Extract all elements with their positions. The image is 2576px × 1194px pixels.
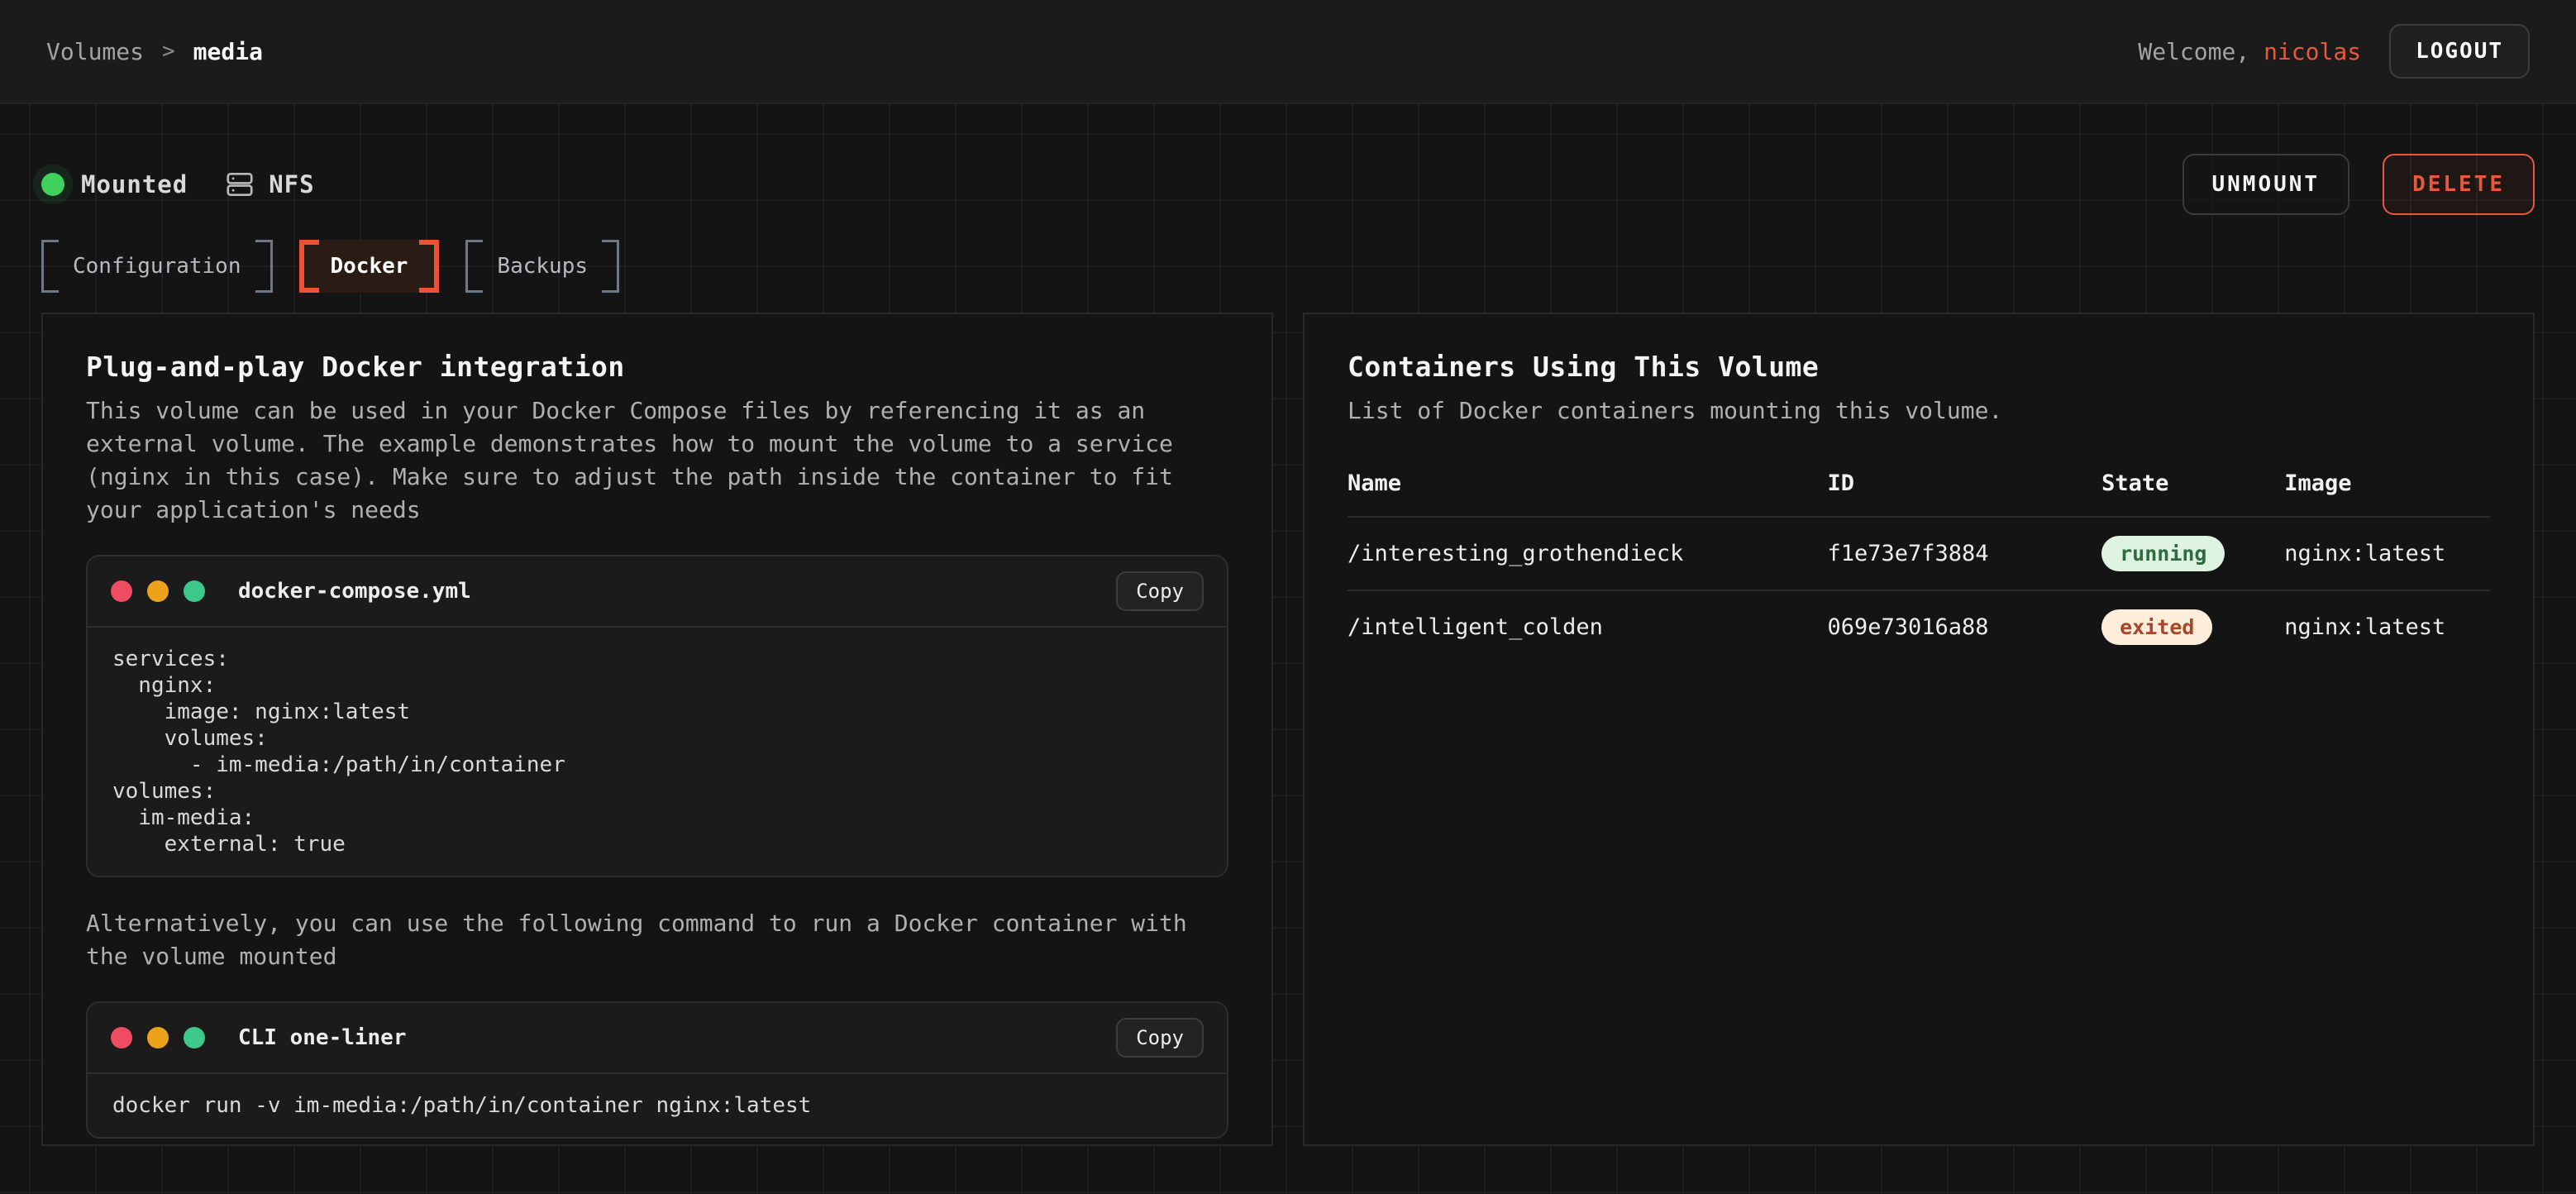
driver-indicator: NFS <box>224 169 314 200</box>
panel-corner-bracket <box>2509 313 2535 338</box>
mounted-status-label: Mounted <box>81 170 188 198</box>
welcome-text: Welcome, nicolas <box>2138 38 2361 65</box>
containers-panel-title: Containers Using This Volume <box>1348 351 2490 383</box>
username: nicolas <box>2264 38 2361 65</box>
panel-corner-bracket <box>1303 1120 1329 1146</box>
panels-row: Plug-and-play Docker integration This vo… <box>41 313 2535 1146</box>
column-header-name: Name <box>1348 470 1827 517</box>
compose-code-block: docker-compose.yml Copy services: nginx:… <box>86 555 1228 877</box>
traffic-lights <box>111 1027 205 1048</box>
panel-corner-bracket <box>41 1120 67 1146</box>
docker-panel-title: Plug-and-play Docker integration <box>86 351 1228 383</box>
top-bar: Volumes > media Welcome, nicolas LOGOUT <box>0 0 2576 104</box>
panel-corner-bracket <box>2509 1120 2535 1146</box>
cli-copy-button[interactable]: Copy <box>1116 1018 1204 1058</box>
breadcrumb: Volumes > media <box>46 38 263 65</box>
traffic-light-green-icon <box>184 580 205 602</box>
cli-note: Alternatively, you can use the following… <box>86 907 1228 973</box>
cli-code-block: CLI one-liner Copy docker run -v im-medi… <box>86 1001 1228 1139</box>
traffic-lights <box>111 580 205 602</box>
compose-copy-button[interactable]: Copy <box>1116 571 1204 611</box>
container-name: /intelligent_colden <box>1348 590 1827 663</box>
panel-corner-bracket <box>1247 313 1273 338</box>
table-row: /intelligent_colden 069e73016a88 exited … <box>1348 590 2490 663</box>
container-id: 069e73016a88 <box>1827 590 2101 663</box>
tab-bar: Configuration Docker Backups <box>41 240 2535 293</box>
container-image: nginx:latest <box>2284 590 2490 663</box>
traffic-light-red-icon <box>111 580 132 602</box>
compose-filename: docker-compose.yml <box>238 579 471 604</box>
panel-corner-bracket <box>1303 313 1329 338</box>
cli-code: docker run -v im-media:/path/in/containe… <box>88 1074 1227 1137</box>
logout-button[interactable]: LOGOUT <box>2389 24 2530 79</box>
containers-panel: Containers Using This Volume List of Doc… <box>1303 313 2535 1146</box>
top-bar-user-area: Welcome, nicolas LOGOUT <box>2138 24 2530 79</box>
cli-filename: CLI one-liner <box>238 1025 407 1050</box>
traffic-light-yellow-icon <box>147 580 169 602</box>
compose-code-block-header: docker-compose.yml Copy <box>88 556 1227 628</box>
mounted-status: Mounted <box>41 170 188 198</box>
status-badge: exited <box>2101 609 2212 645</box>
tab-configuration[interactable]: Configuration <box>41 240 273 293</box>
breadcrumb-chevron-icon: > <box>162 39 175 64</box>
welcome-label: Welcome, <box>2138 38 2249 65</box>
delete-button[interactable]: DELETE <box>2383 154 2535 215</box>
volume-status-row: Mounted NFS UNMOUNT DELETE <box>41 104 2535 212</box>
compose-code: services: nginx: image: nginx:latest vol… <box>88 628 1227 876</box>
column-header-image: Image <box>2284 470 2490 517</box>
cli-code-block-header: CLI one-liner Copy <box>88 1003 1227 1074</box>
column-header-id: ID <box>1827 470 2101 517</box>
containers-panel-subtitle: List of Docker containers mounting this … <box>1348 394 2490 427</box>
table-row: /interesting_grothendieck f1e73e7f3884 r… <box>1348 517 2490 590</box>
panel-corner-bracket <box>41 313 67 338</box>
main-content: Mounted NFS UNMOUNT DELETE Configuration <box>0 104 2576 1194</box>
containers-table-header-row: Name ID State Image <box>1348 470 2490 517</box>
breadcrumb-volumes-link[interactable]: Volumes <box>46 38 144 65</box>
docker-integration-panel: Plug-and-play Docker integration This vo… <box>41 313 1273 1146</box>
container-name: /interesting_grothendieck <box>1348 517 1827 590</box>
unmount-button[interactable]: UNMOUNT <box>2182 154 2350 215</box>
traffic-light-yellow-icon <box>147 1027 169 1048</box>
status-badge: running <box>2101 536 2225 571</box>
containers-table: Name ID State Image /interesting_grothen… <box>1348 470 2490 663</box>
column-header-state: State <box>2101 470 2284 517</box>
traffic-light-red-icon <box>111 1027 132 1048</box>
nfs-server-icon <box>224 169 255 200</box>
volume-action-buttons: UNMOUNT DELETE <box>2182 154 2535 215</box>
tab-docker[interactable]: Docker <box>299 240 440 293</box>
container-image: nginx:latest <box>2284 517 2490 590</box>
panel-corner-bracket <box>1247 1120 1273 1146</box>
traffic-light-green-icon <box>184 1027 205 1048</box>
mounted-status-dot-icon <box>41 173 64 196</box>
driver-label: NFS <box>269 170 314 198</box>
docker-panel-description: This volume can be used in your Docker C… <box>86 394 1228 527</box>
container-id: f1e73e7f3884 <box>1827 517 2101 590</box>
volume-status-indicators: Mounted NFS <box>41 169 315 200</box>
tab-backups[interactable]: Backups <box>465 240 619 293</box>
breadcrumb-current-volume: media <box>193 38 263 65</box>
